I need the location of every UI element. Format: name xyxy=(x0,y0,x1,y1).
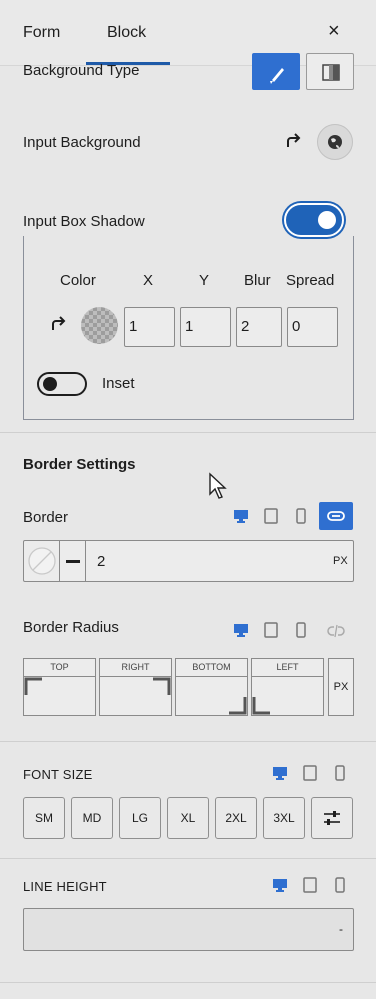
radius-left-input[interactable]: LEFT xyxy=(251,658,324,716)
corner-bottom-right-icon xyxy=(229,697,247,715)
tablet-icon[interactable] xyxy=(263,508,279,524)
shadow-spread-input[interactable]: 0 xyxy=(287,307,338,347)
section-divider xyxy=(0,858,376,859)
close-icon[interactable]: × xyxy=(328,20,340,43)
paintbrush-icon xyxy=(270,68,284,84)
border-unit[interactable]: PX xyxy=(333,555,348,567)
tab-block[interactable]: Block xyxy=(107,24,146,42)
global-color-button[interactable] xyxy=(317,124,353,160)
shadow-color-label: Color xyxy=(60,272,96,289)
tab-form[interactable]: Form xyxy=(23,24,60,42)
reset-icon[interactable] xyxy=(283,133,303,151)
shadow-y-input[interactable]: 1 xyxy=(180,307,231,347)
section-divider xyxy=(0,741,376,742)
solid-line-icon xyxy=(66,560,80,563)
mobile-icon[interactable] xyxy=(332,765,348,781)
reset-icon[interactable] xyxy=(48,316,68,334)
radius-bottom-caption: BOTTOM xyxy=(176,659,247,677)
border-color-swatch[interactable] xyxy=(24,541,60,581)
font-size-sm-button[interactable]: SM xyxy=(23,797,65,839)
border-style-select[interactable] xyxy=(60,541,86,581)
corner-bottom-left-icon xyxy=(252,697,270,715)
background-type-label: Background Type xyxy=(23,62,140,79)
input-background-label: Input Background xyxy=(23,134,141,151)
border-control: 2 PX xyxy=(23,540,354,582)
shadow-spread-label: Spread xyxy=(286,272,335,289)
shadow-y-label: Y xyxy=(199,272,210,289)
toggle-knob xyxy=(43,377,57,391)
font-size-md-button[interactable]: MD xyxy=(71,797,113,839)
font-size-xl-button[interactable]: XL xyxy=(167,797,209,839)
inset-toggle[interactable] xyxy=(37,372,87,396)
font-size-label: FONT SIZE xyxy=(23,767,93,782)
input-box-shadow-label: Input Box Shadow xyxy=(23,213,145,230)
font-size-lg-button[interactable]: LG xyxy=(119,797,161,839)
border-radius-label: Border Radius xyxy=(23,619,119,636)
line-height-label: LINE HEIGHT xyxy=(23,879,107,894)
tablet-icon[interactable] xyxy=(302,877,318,893)
shadow-x-label: X xyxy=(143,272,154,289)
radius-right-caption: RIGHT xyxy=(100,659,171,677)
line-height-value: - xyxy=(339,922,343,936)
gradient-icon xyxy=(322,64,340,81)
desktop-icon[interactable] xyxy=(233,622,249,638)
border-settings-heading: Border Settings xyxy=(23,456,136,473)
radius-right-input[interactable]: RIGHT xyxy=(99,658,172,716)
shadow-x-input[interactable]: 1 xyxy=(124,307,175,347)
section-divider xyxy=(0,432,376,433)
box-shadow-toggle[interactable] xyxy=(284,203,344,237)
unlink-icon[interactable] xyxy=(326,623,346,639)
desktop-icon[interactable] xyxy=(272,765,288,781)
toggle-knob xyxy=(318,211,336,229)
desktop-icon[interactable] xyxy=(272,877,288,893)
radius-top-caption: TOP xyxy=(24,659,95,677)
corner-top-left-icon xyxy=(24,677,42,695)
section-divider xyxy=(0,982,376,983)
inset-label: Inset xyxy=(102,375,135,392)
mobile-icon[interactable] xyxy=(293,622,309,638)
custom-font-size-button[interactable] xyxy=(311,797,353,839)
link-values-button[interactable] xyxy=(319,502,353,530)
border-width-input[interactable]: 2 xyxy=(97,553,105,570)
radius-bottom-input[interactable]: BOTTOM xyxy=(175,658,248,716)
radius-left-caption: LEFT xyxy=(252,659,323,677)
line-height-input[interactable]: - xyxy=(23,908,354,951)
mouse-cursor-icon xyxy=(209,472,227,499)
shadow-blur-label: Blur xyxy=(244,272,271,289)
no-color-icon xyxy=(28,547,56,575)
radius-unit[interactable]: PX xyxy=(328,658,354,716)
corner-top-right-icon xyxy=(153,677,171,695)
mobile-icon[interactable] xyxy=(293,508,309,524)
font-size-2xl-button[interactable]: 2XL xyxy=(215,797,257,839)
background-color-button[interactable] xyxy=(252,53,300,90)
sliders-icon xyxy=(324,811,340,825)
background-gradient-button[interactable] xyxy=(306,53,354,90)
radius-top-input[interactable]: TOP xyxy=(23,658,96,716)
shadow-color-swatch[interactable] xyxy=(81,307,118,344)
desktop-icon[interactable] xyxy=(233,508,249,524)
tablet-icon[interactable] xyxy=(302,765,318,781)
globe-icon xyxy=(328,135,342,149)
tablet-icon[interactable] xyxy=(263,622,279,638)
shadow-blur-input[interactable]: 2 xyxy=(236,307,282,347)
font-size-3xl-button[interactable]: 3XL xyxy=(263,797,305,839)
link-icon xyxy=(327,511,345,521)
mobile-icon[interactable] xyxy=(332,877,348,893)
border-label: Border xyxy=(23,509,69,526)
